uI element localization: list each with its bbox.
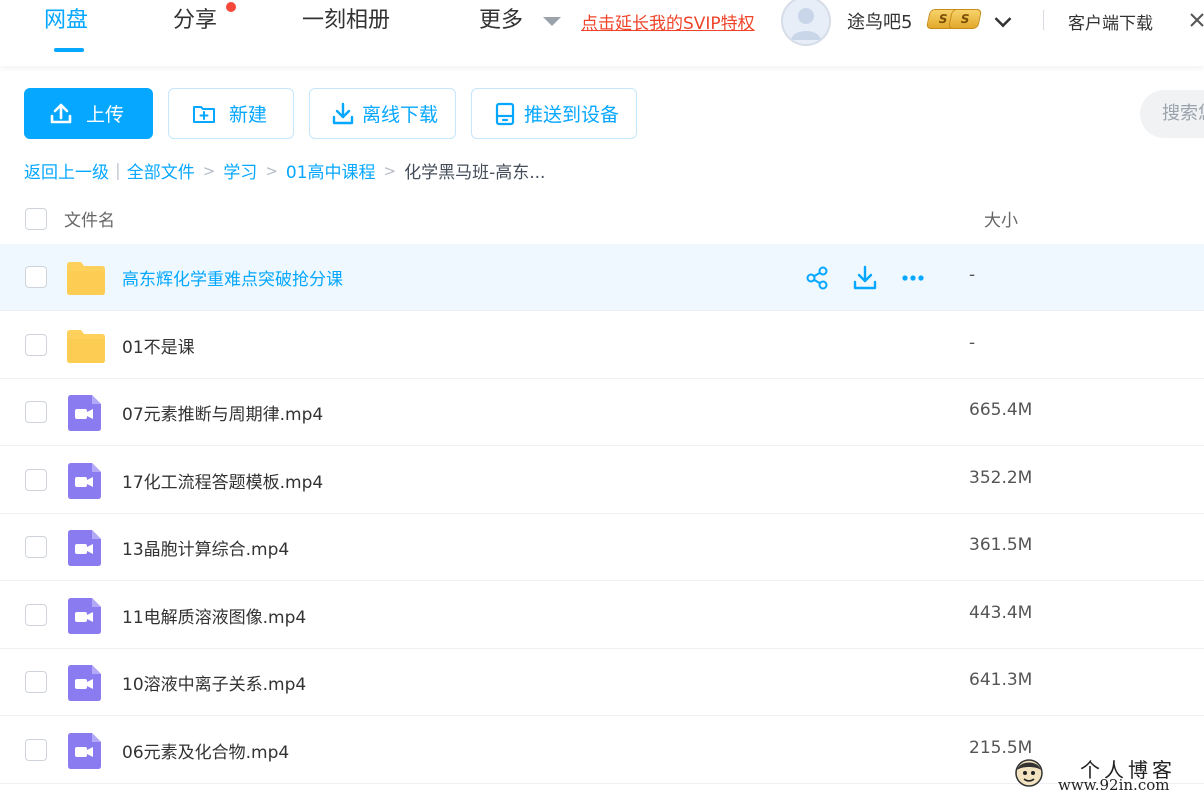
folder-icon — [67, 329, 105, 363]
offline-download-label: 离线下载 — [362, 104, 439, 126]
video-file-icon — [68, 462, 101, 499]
device-icon — [495, 102, 515, 125]
select-all-checkbox[interactable] — [25, 208, 47, 230]
client-download-link[interactable]: 客户端下载 — [1068, 9, 1153, 34]
file-name[interactable]: 17化工流程答题模板.mp4 — [122, 468, 323, 493]
video-file-icon — [68, 732, 101, 769]
nav-divider — [1043, 10, 1044, 30]
mascot-face-icon — [1015, 759, 1043, 787]
video-file-icon — [68, 597, 101, 634]
upload-icon — [50, 103, 72, 123]
column-header-name[interactable]: 文件名 — [64, 206, 115, 231]
breadcrumb-item-study[interactable]: 学习 — [223, 158, 257, 183]
table-row[interactable]: 10溶液中离子关系.mp4 641.3M — [0, 649, 1204, 716]
row-checkbox[interactable] — [25, 536, 47, 558]
video-file-icon — [68, 395, 101, 431]
file-size: 361.5M — [969, 535, 1033, 555]
push-to-device-button[interactable]: 推送到设备 — [471, 88, 637, 139]
top-nav: 网盘 分享 一刻相册 更多 点击延长我的SVIP特权 途鸟吧5 S S 客户端下… — [0, 0, 1204, 66]
row-checkbox[interactable] — [25, 468, 47, 491]
close-icon[interactable] — [1187, 10, 1204, 30]
file-size: 665.4M — [969, 400, 1033, 420]
new-folder-label: 新建 — [229, 104, 268, 126]
row-checkbox[interactable] — [25, 671, 47, 693]
caret-down-icon[interactable] — [543, 17, 561, 26]
more-options-icon[interactable] — [900, 265, 926, 291]
row-checkbox[interactable] — [25, 603, 47, 626]
active-tab-indicator — [54, 48, 84, 52]
new-folder-button[interactable]: 新建 — [168, 88, 294, 139]
upload-button[interactable]: 上传 — [24, 88, 153, 139]
watermark-url: www.92in.com — [1058, 776, 1170, 794]
file-name[interactable]: 07元素推断与周期律.mp4 — [122, 400, 323, 425]
file-name[interactable]: 13晶胞计算综合.mp4 — [122, 535, 289, 560]
tab-netdisk[interactable]: 网盘 — [44, 6, 88, 36]
file-table-header: 文件名 大小 — [0, 192, 1204, 244]
breadcrumb-back[interactable]: 返回上一级 — [24, 158, 109, 183]
table-row[interactable]: 13晶胞计算综合.mp4 361.5M — [0, 514, 1204, 581]
row-actions — [804, 265, 926, 291]
chevron-right-icon: > — [383, 161, 397, 180]
upload-label: 上传 — [86, 104, 125, 126]
folder-icon — [67, 262, 105, 295]
avatar[interactable] — [781, 0, 831, 46]
row-checkbox[interactable] — [25, 401, 47, 423]
download-icon — [332, 102, 354, 124]
file-name[interactable]: 06元素及化合物.mp4 — [122, 738, 289, 763]
video-file-icon — [68, 665, 101, 701]
file-size: - — [969, 265, 976, 285]
row-checkbox[interactable] — [25, 738, 47, 761]
file-name[interactable]: 11电解质溶液图像.mp4 — [122, 603, 306, 628]
row-checkbox[interactable] — [25, 266, 47, 288]
tab-share[interactable]: 分享 — [173, 6, 217, 36]
row-checkbox[interactable] — [25, 333, 47, 356]
share-badge-dot — [226, 2, 236, 12]
share-icon[interactable] — [804, 265, 830, 291]
file-name[interactable]: 10溶液中离子关系.mp4 — [122, 670, 306, 695]
tab-more[interactable]: 更多 — [479, 6, 523, 36]
file-size: 641.3M — [969, 670, 1033, 690]
file-size: 443.4M — [969, 602, 1033, 623]
file-name[interactable]: 01不是课 — [122, 333, 195, 358]
breadcrumb-current: 化学黑马班-高东... — [404, 163, 546, 183]
push-to-device-label: 推送到设备 — [524, 104, 620, 126]
file-size: 352.2M — [969, 467, 1033, 488]
tab-album[interactable]: 一刻相册 — [302, 6, 390, 36]
chevron-right-icon: > — [202, 161, 216, 180]
breadcrumb-item-all-files[interactable]: 全部文件 — [127, 158, 195, 183]
table-row[interactable]: 高东辉化学重难点突破抢分课 - — [0, 244, 1204, 311]
username[interactable]: 途鸟吧5 — [847, 8, 912, 34]
breadcrumb-separator: | — [115, 160, 121, 181]
download-icon[interactable] — [852, 265, 878, 291]
breadcrumb-item-course[interactable]: 01高中课程 — [286, 158, 376, 183]
watermark: 个人博客 www.92in.com — [1010, 754, 1204, 796]
table-row[interactable]: 11电解质溶液图像.mp4 443.4M — [0, 582, 1204, 649]
file-size: - — [969, 332, 976, 353]
offline-download-button[interactable]: 离线下载 — [309, 88, 456, 139]
table-row[interactable]: 01不是课 - — [0, 312, 1204, 379]
file-name[interactable]: 高东辉化学重难点突破抢分课 — [122, 265, 343, 290]
svip-coin-icon: S — [947, 9, 983, 29]
table-row[interactable]: 17化工流程答题模板.mp4 352.2M — [0, 447, 1204, 514]
chevron-right-icon: > — [265, 161, 278, 180]
svip-renew-link[interactable]: 点击延长我的SVIP特权 — [581, 9, 755, 34]
chevron-down-icon[interactable] — [994, 10, 1012, 28]
breadcrumb: 返回上一级 | 全部文件 > 学习 > 01高中课程 > 化学黑马班-高东... — [24, 158, 546, 184]
column-header-size[interactable]: 大小 — [984, 206, 1018, 231]
user-avatar-icon — [791, 8, 821, 40]
new-folder-icon — [193, 105, 215, 123]
video-file-icon — [68, 530, 101, 566]
table-row[interactable]: 07元素推断与周期律.mp4 665.4M — [0, 379, 1204, 446]
search-input[interactable]: 搜索您 — [1140, 90, 1204, 138]
